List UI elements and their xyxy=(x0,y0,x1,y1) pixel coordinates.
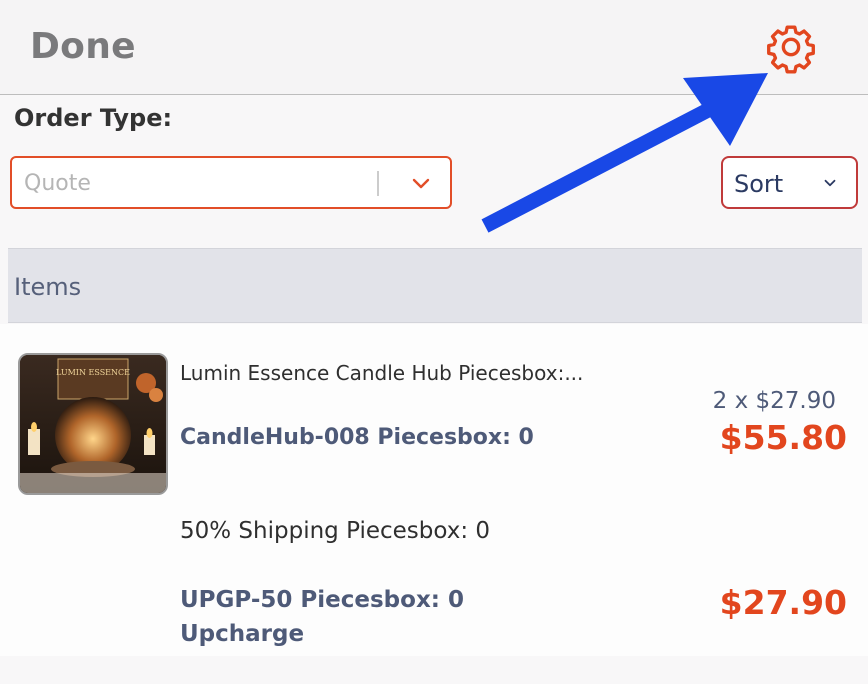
item-sku: CandleHub-008 Piecesbox: 0 xyxy=(180,425,534,450)
item-total-price: $55.80 xyxy=(719,418,847,457)
order-type-select[interactable]: Quote xyxy=(10,156,452,209)
item-quantity-price: 2 x $27.90 xyxy=(712,388,836,414)
product-image[interactable]: LUMIN ESSENCE xyxy=(18,353,168,495)
chevron-down-icon xyxy=(412,178,430,189)
upcharge-total-price: $27.90 xyxy=(719,583,847,622)
shipping-line: 50% Shipping Piecesbox: 0 xyxy=(180,518,491,544)
select-separator xyxy=(377,171,379,196)
items-section-header: Items xyxy=(8,248,862,323)
top-bar: Done xyxy=(0,0,868,95)
sort-label: Sort xyxy=(734,170,784,198)
candle-image: LUMIN ESSENCE xyxy=(20,355,166,493)
upcharge-label: Upcharge xyxy=(180,621,305,647)
logo-text: LUMIN ESSENCE xyxy=(56,368,130,377)
items-section-title: Items xyxy=(14,273,82,301)
done-button[interactable]: Done xyxy=(30,26,136,67)
chevron-down-icon xyxy=(824,179,836,187)
order-type-value: Quote xyxy=(24,171,91,196)
sort-button[interactable]: Sort xyxy=(721,156,858,209)
item-title[interactable]: Lumin Essence Candle Hub Piecesbox:... xyxy=(180,361,583,385)
gear-icon[interactable] xyxy=(764,20,818,74)
upcharge-sku: UPGP-50 Piecesbox: 0 xyxy=(180,587,464,613)
order-type-label: Order Type: xyxy=(14,104,173,132)
